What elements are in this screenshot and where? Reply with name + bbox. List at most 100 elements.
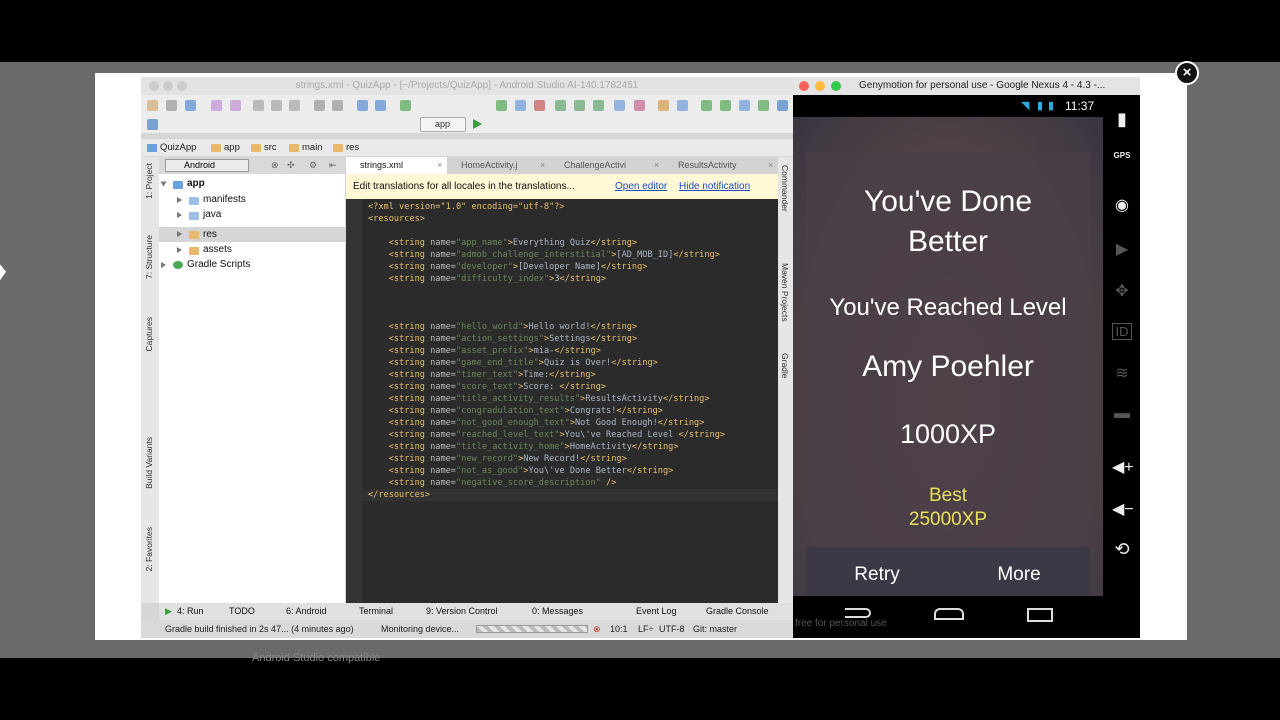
tree-item-res[interactable]: res xyxy=(203,227,217,242)
stop-icon[interactable] xyxy=(534,100,545,111)
code-line[interactable]: <string name="score_text">Score: </strin… xyxy=(368,381,606,393)
tree-item-manifests[interactable]: manifests xyxy=(203,192,246,207)
back-icon[interactable] xyxy=(357,100,368,111)
tool-tab-gradle-console[interactable]: Gradle Console xyxy=(706,603,769,620)
tab-home-activity[interactable]: HomeActivity.j × xyxy=(447,157,550,174)
make-icon[interactable] xyxy=(400,100,411,111)
attach-icon[interactable] xyxy=(515,100,526,111)
code-line[interactable]: <string name="title_activity_home">HomeA… xyxy=(368,441,679,453)
redo-icon[interactable] xyxy=(230,100,241,111)
gradle-sync-icon[interactable] xyxy=(593,100,604,111)
save-icon[interactable] xyxy=(166,100,177,111)
expand-arrow-icon[interactable] xyxy=(177,247,182,253)
expand-arrow-icon[interactable] xyxy=(160,181,167,187)
vcs-commit-icon[interactable] xyxy=(720,100,731,111)
code-line[interactable]: <string name="action_settings">Settings<… xyxy=(368,333,637,345)
network-icon[interactable]: ≋ xyxy=(1112,363,1132,383)
tool-tab-run[interactable]: 4: Run xyxy=(177,603,204,620)
status-message[interactable]: Gradle build finished in 2s 47... (4 min… xyxy=(165,620,354,638)
background-task[interactable]: Monitoring device... xyxy=(381,620,459,638)
settings-icon[interactable] xyxy=(658,100,669,111)
tool-tab-terminal[interactable]: Terminal xyxy=(359,603,393,620)
code-line[interactable]: <resources> xyxy=(368,213,425,225)
volume-down-icon[interactable]: ◀− xyxy=(1112,499,1134,519)
code-line[interactable]: <string name="app_name">Everything Quiz<… xyxy=(368,237,637,249)
line-separator[interactable]: LF÷ xyxy=(638,620,653,638)
cancel-task-icon[interactable]: ⊗ xyxy=(593,620,601,638)
code-line[interactable]: <string name="negative_score_description… xyxy=(368,477,617,489)
monitor-icon[interactable] xyxy=(614,100,625,111)
rotate-icon[interactable]: ⟲ xyxy=(1112,539,1132,560)
window-close-icon[interactable] xyxy=(799,81,809,91)
tool-tab-android[interactable]: 6: Android xyxy=(286,603,327,620)
sms-icon[interactable]: ▬ xyxy=(1112,405,1132,423)
code-line[interactable]: <string name="difficulty_index">3</strin… xyxy=(368,273,606,285)
record-icon[interactable]: ▶ xyxy=(1112,239,1132,259)
find-icon[interactable] xyxy=(314,100,325,111)
tool-window-captures[interactable]: Captures xyxy=(144,317,154,352)
close-icon[interactable]: × xyxy=(1175,61,1199,85)
tab-strings-xml[interactable]: strings.xml × xyxy=(346,157,447,174)
tool-window-maven[interactable]: Maven Projects xyxy=(780,263,790,322)
close-tab-icon[interactable]: × xyxy=(654,157,659,174)
avd-icon[interactable] xyxy=(574,100,585,111)
code-line[interactable]: <string name="not_as_good">You\'ve Done … xyxy=(368,465,674,477)
close-tab-icon[interactable]: × xyxy=(540,157,545,174)
debug-icon[interactable] xyxy=(496,100,507,111)
code-line[interactable]: <string name="not_good_enough_text">Not … xyxy=(368,417,705,429)
expand-arrow-icon[interactable] xyxy=(177,212,182,218)
vcs-update-icon[interactable] xyxy=(701,100,712,111)
structure-icon[interactable] xyxy=(677,100,688,111)
revert-icon[interactable] xyxy=(634,100,645,111)
open-editor-link[interactable]: Open editor xyxy=(615,174,667,199)
code-line[interactable]: <string name="reached_level_text">You\'v… xyxy=(368,429,725,441)
tool-window-project[interactable]: 1: Project xyxy=(144,163,154,199)
help-icon[interactable] xyxy=(147,119,158,130)
identifiers-icon[interactable]: ID xyxy=(1112,323,1132,340)
android-icon[interactable] xyxy=(758,100,769,111)
file-encoding[interactable]: UTF-8 xyxy=(659,620,685,638)
breadcrumb-item[interactable]: QuizApp xyxy=(160,139,196,156)
tree-item-app[interactable]: app xyxy=(187,176,205,191)
tool-tab-version-control[interactable]: 9: Version Control xyxy=(426,603,498,620)
volume-up-icon[interactable]: ◀+ xyxy=(1112,457,1134,477)
code-line[interactable]: <string name="hello_world">Hello world!<… xyxy=(368,321,637,333)
paste-icon[interactable] xyxy=(289,100,300,111)
tab-results-activity[interactable]: ResultsActivity × xyxy=(664,157,778,174)
remote-control-icon[interactable]: ✥ xyxy=(1112,281,1132,301)
tool-tab-todo[interactable]: TODO xyxy=(229,603,255,620)
project-view-select[interactable]: Android xyxy=(165,159,249,172)
expand-arrow-icon[interactable] xyxy=(177,231,182,237)
close-tab-icon[interactable]: × xyxy=(437,157,442,174)
undo-icon[interactable] xyxy=(211,100,222,111)
battery-widget-icon[interactable]: ▮ xyxy=(1112,109,1132,130)
code-line[interactable]: <string name="admob_challenge_interstiti… xyxy=(368,249,720,261)
home-icon[interactable] xyxy=(934,608,964,620)
caret-position[interactable]: 10:1 xyxy=(610,620,628,638)
tab-challenge-activity[interactable]: ChallengeActivi × xyxy=(550,157,664,174)
window-minimize-icon[interactable] xyxy=(815,81,825,91)
code-editor[interactable]: <?xml version="1.0" encoding="utf-8"?> <r… xyxy=(346,199,778,603)
gps-icon[interactable]: GPS xyxy=(1112,151,1132,160)
breadcrumb-item[interactable]: res xyxy=(346,139,359,156)
code-line[interactable]: <?xml version="1.0" encoding="utf-8"?> xyxy=(368,201,565,213)
vcs-push-icon[interactable] xyxy=(777,100,788,111)
window-minimize-icon[interactable] xyxy=(163,81,173,91)
tool-window-commander[interactable]: Commander xyxy=(780,165,790,212)
code-line[interactable]: <string name="title_activity_results">Re… xyxy=(368,393,710,405)
window-zoom-icon[interactable] xyxy=(177,81,187,91)
hide-notification-link[interactable]: Hide notification xyxy=(679,174,750,199)
forward-icon[interactable] xyxy=(375,100,386,111)
tool-tab-messages[interactable]: 0: Messages xyxy=(532,603,583,620)
copy-icon[interactable] xyxy=(271,100,282,111)
close-tab-icon[interactable]: × xyxy=(768,157,773,174)
gear-icon[interactable]: ⚙ xyxy=(309,157,317,174)
tool-tab-event-log[interactable]: Event Log xyxy=(636,603,677,620)
code-line[interactable]: <string name="asset_prefix">mia-</string… xyxy=(368,345,601,357)
expand-arrow-icon[interactable] xyxy=(177,197,182,203)
breadcrumb-item[interactable]: app xyxy=(224,139,240,156)
locate-icon[interactable]: ✣ xyxy=(287,157,295,174)
vcs-branch[interactable]: Git: master xyxy=(693,620,737,638)
tree-item-assets[interactable]: assets xyxy=(203,242,232,257)
recent-apps-icon[interactable] xyxy=(1027,608,1053,622)
